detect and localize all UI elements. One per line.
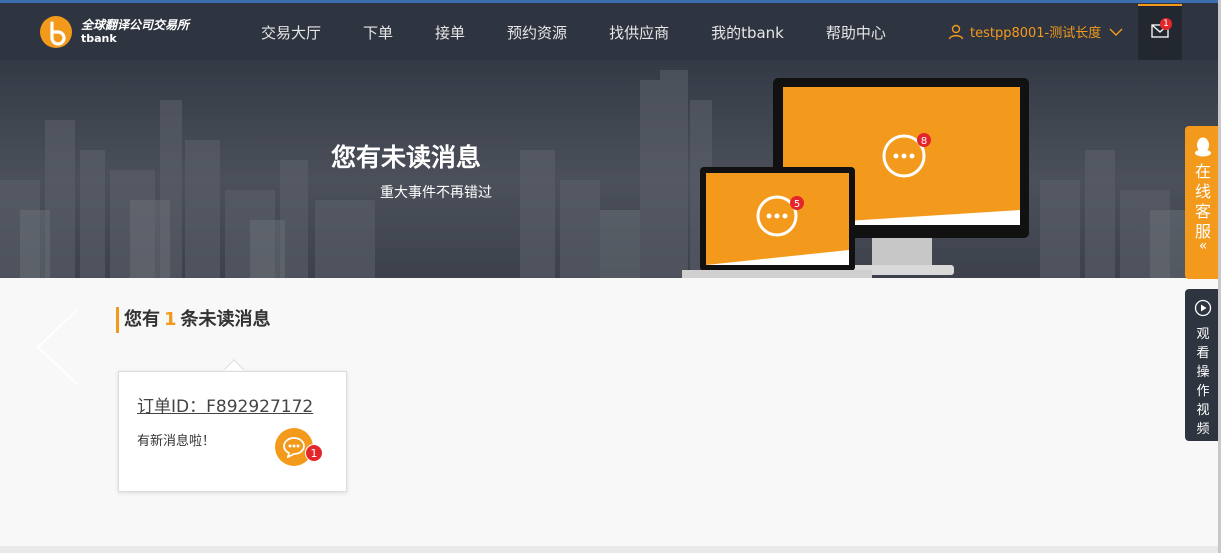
messages-count-badge: 1 xyxy=(1160,18,1172,30)
qq-penguin-icon xyxy=(1195,137,1211,157)
tbank-logo-icon xyxy=(40,16,72,48)
online-service-label: 在线客服 xyxy=(1185,162,1221,242)
monitor-badge-count: 8 xyxy=(921,136,927,147)
nav-item-place-order[interactable]: 下单 xyxy=(342,0,414,60)
banner: 5 8 您有未读消息 重大事件不再错过 xyxy=(0,60,1221,278)
chat-unread-badge: 1 xyxy=(305,444,323,462)
collapse-arrow: « xyxy=(1198,238,1208,254)
logo-name-cn: 全球翻译公司交易所 xyxy=(81,18,190,32)
play-icon xyxy=(1194,299,1212,317)
nav-item-help-center[interactable]: 帮助中心 xyxy=(805,0,907,60)
user-icon xyxy=(948,24,964,39)
main-nav: 交易大厅 下单 接单 预约资源 找供应商 我的tbank 帮助中心 xyxy=(240,0,907,60)
site-logo[interactable]: 全球翻译公司交易所 tbank xyxy=(40,16,189,48)
message-card[interactable]: 订单ID：F892927172 有新消息啦！ 1 xyxy=(118,371,347,492)
chevron-down-icon xyxy=(1109,28,1123,36)
city-skyline-illustration: 5 8 xyxy=(0,70,1190,278)
back-arrow-icon[interactable] xyxy=(34,307,80,387)
unread-prefix: 您有 xyxy=(124,309,160,330)
user-menu[interactable]: testpp8001-测试长度 xyxy=(948,22,1123,41)
user-name: testpp8001-测试长度 xyxy=(970,26,1102,41)
laptop-badge-count: 5 xyxy=(794,199,800,210)
logo-name-en: tbank xyxy=(81,32,117,45)
banner-subtitle: 重大事件不再错过 xyxy=(380,185,492,201)
online-service-text: 在线客服 xyxy=(1194,162,1211,241)
card-message: 有新消息啦！ xyxy=(137,434,216,449)
unread-suffix: 条未读消息 xyxy=(180,309,271,330)
order-id-link[interactable]: 订单ID：F892927172 xyxy=(137,392,313,417)
logo-text: 全球翻译公司交易所 tbank xyxy=(81,18,190,46)
unread-count: 1 xyxy=(164,309,177,330)
watch-video-label: 观看操作视频 xyxy=(1185,325,1221,439)
unread-count-heading: 您有 1 条未读消息 xyxy=(116,307,271,333)
watch-video-tab[interactable]: 观看操作视频 xyxy=(1185,289,1221,441)
nav-item-my-tbank[interactable]: 我的tbank xyxy=(690,0,805,60)
bottom-divider xyxy=(0,546,1221,553)
watch-video-text: 观看操作视频 xyxy=(1196,327,1210,437)
online-service-tab[interactable]: 在线客服 « xyxy=(1185,126,1221,279)
nav-item-book-resources[interactable]: 预约资源 xyxy=(486,0,588,60)
messages-button[interactable]: 1 xyxy=(1138,4,1182,60)
nav-item-trading-hall[interactable]: 交易大厅 xyxy=(240,0,342,60)
nav-item-accept-order[interactable]: 接单 xyxy=(414,0,486,60)
banner-title: 您有未读消息 xyxy=(331,143,482,172)
nav-item-find-supplier[interactable]: 找供应商 xyxy=(588,0,690,60)
